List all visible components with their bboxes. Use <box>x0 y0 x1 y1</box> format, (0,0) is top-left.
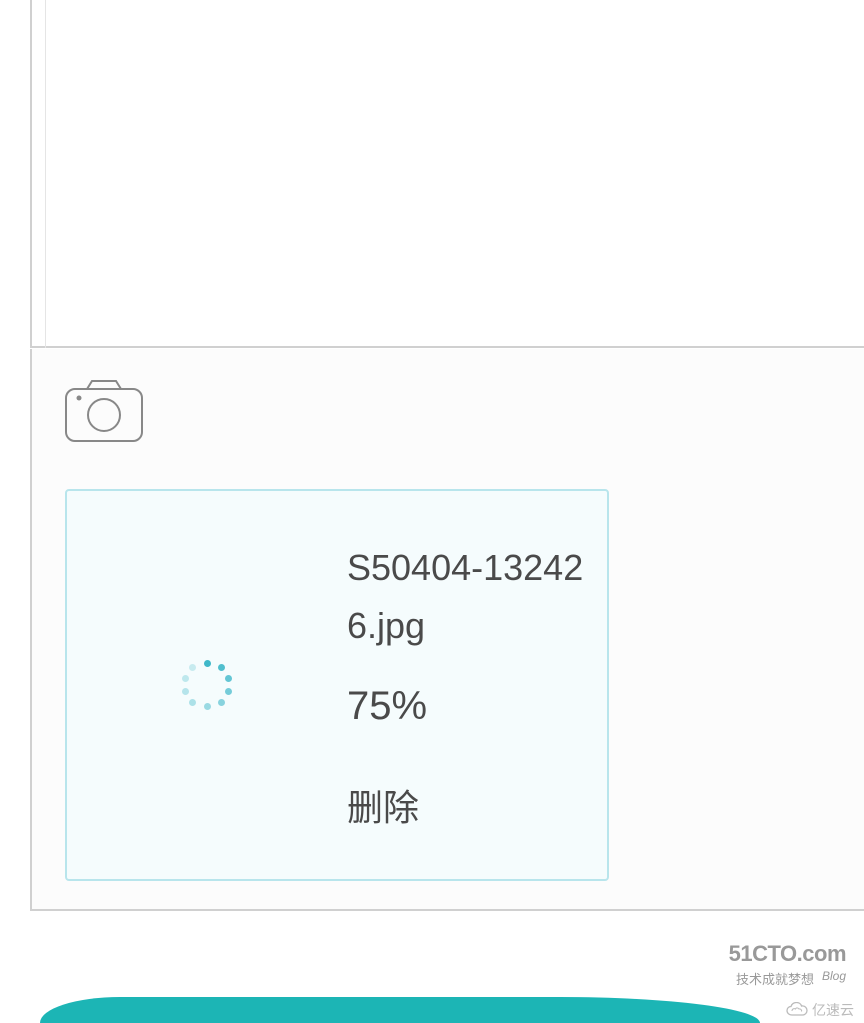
upload-panel: S50404-132426.jpg 75% 删除 <box>30 349 864 911</box>
watermark-site: 51CTO.com <box>729 941 846 966</box>
content-panel <box>30 0 864 348</box>
watermark-bottom-text: 亿速云 <box>812 1000 854 1020</box>
upload-filename: S50404-132426.jpg <box>347 539 587 654</box>
watermark-51cto: 51CTO.com 技术成就梦想 Blog <box>729 941 846 988</box>
bottom-banner[interactable] <box>40 997 760 1023</box>
upload-progress: 75% <box>347 684 587 729</box>
upload-progress-card: S50404-132426.jpg 75% 删除 <box>65 489 609 881</box>
delete-button[interactable]: 删除 <box>347 779 587 831</box>
camera-button[interactable] <box>65 379 143 442</box>
camera-icon <box>65 379 143 442</box>
cloud-icon <box>786 1002 808 1018</box>
spinner-area <box>67 491 347 879</box>
upload-info: S50404-132426.jpg 75% 删除 <box>347 539 607 831</box>
watermark-yisu: 亿速云 <box>786 1000 854 1020</box>
watermark-subtitle: 技术成就梦想 <box>736 972 814 987</box>
inner-divider-line <box>45 0 46 348</box>
loading-spinner-icon <box>182 660 232 710</box>
watermark-tag: Blog <box>822 969 846 983</box>
